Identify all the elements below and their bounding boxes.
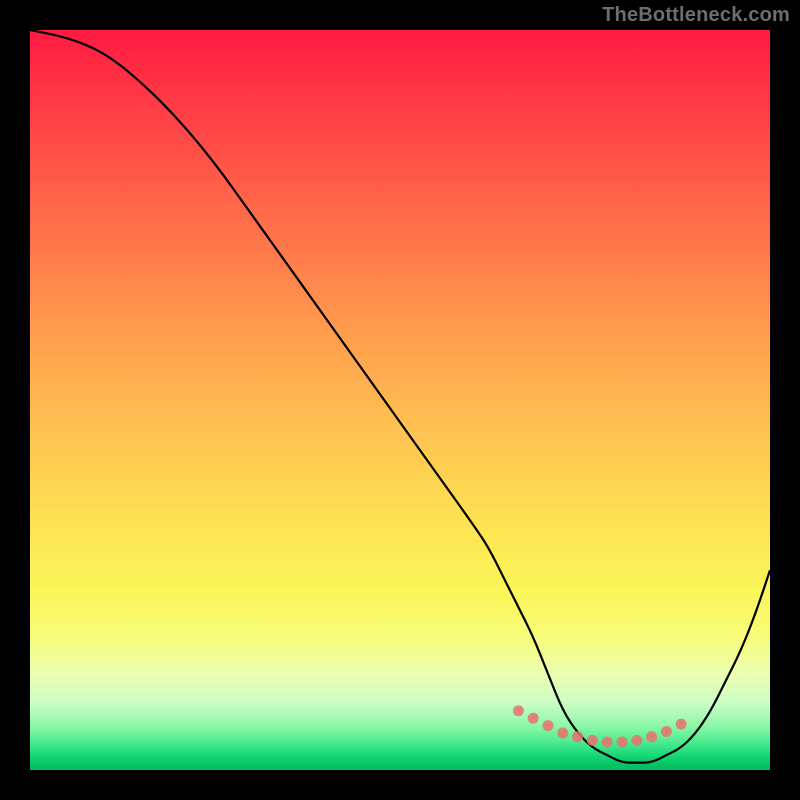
chart-frame: TheBottleneck.com bbox=[0, 0, 800, 800]
dotted-band bbox=[513, 705, 687, 747]
plot-area bbox=[30, 30, 770, 770]
watermark-text: TheBottleneck.com bbox=[602, 4, 790, 27]
bottleneck-curve bbox=[30, 30, 770, 763]
curve-layer bbox=[30, 30, 770, 770]
